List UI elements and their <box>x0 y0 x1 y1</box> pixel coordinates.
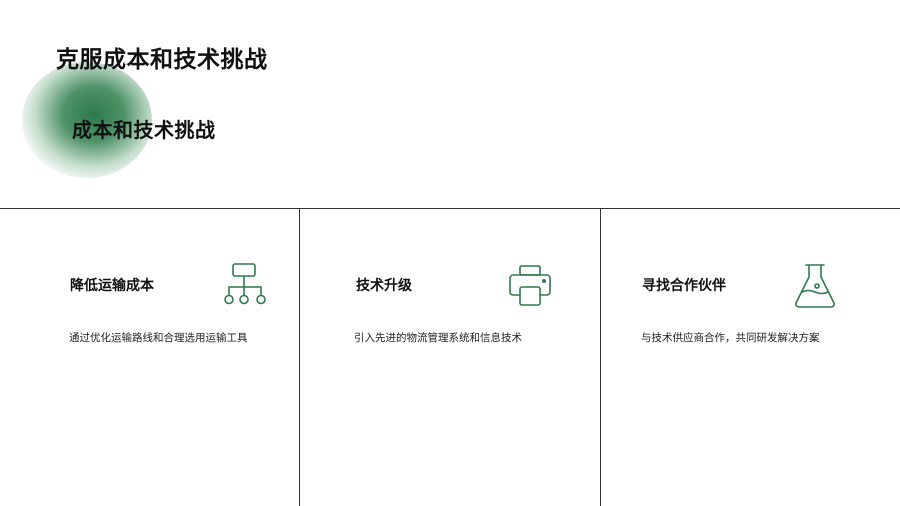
slide-title: 克服成本和技术挑战 <box>56 47 268 73</box>
card-description: 引入先进的物流管理系统和信息技术 <box>354 332 522 344</box>
card-description: 通过优化运输路线和合理选用运输工具 <box>69 332 248 344</box>
slide-subtitle: 成本和技术挑战 <box>72 118 216 142</box>
card-find-partners: 寻找合作伙伴 与技术供应商合作，共同研发解决方案 <box>601 209 900 506</box>
card-title: 降低运输成本 <box>70 278 154 294</box>
flask-icon <box>791 261 839 311</box>
card-reduce-transport-cost: 降低运输成本 通过优化运输路线和合理选用运输工具 <box>0 209 300 506</box>
printer-icon <box>506 261 554 311</box>
network-diagram-icon <box>221 261 269 311</box>
card-description: 与技术供应商合作，共同研发解决方案 <box>641 332 820 344</box>
card-title: 寻找合作伙伴 <box>642 278 726 294</box>
card-title: 技术升级 <box>356 278 412 294</box>
card-technology-upgrade: 技术升级 引入先进的物流管理系统和信息技术 <box>300 209 601 506</box>
